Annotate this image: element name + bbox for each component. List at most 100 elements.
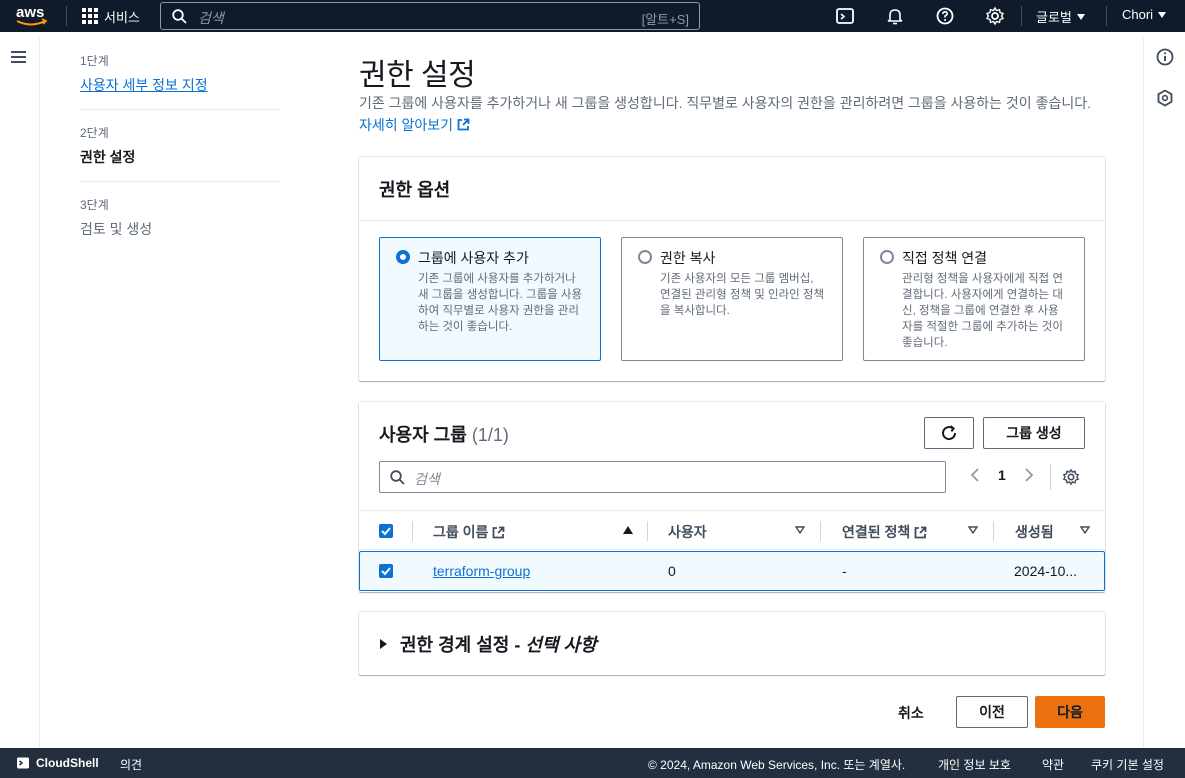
radio-selected[interactable] [396, 250, 410, 264]
column-label: 사용자 [668, 524, 707, 540]
table-settings-gear-icon[interactable] [1062, 468, 1080, 486]
learn-more-label: 자세히 알아보기 [359, 117, 454, 133]
footer: CloudShell 의견 © 2024, Amazon Web Service… [0, 748, 1185, 778]
wizard-steps: 1단계 사용자 세부 정보 지정 2단계 권한 설정 3단계 검토 및 생성 [80, 52, 280, 267]
caret-down-icon [1158, 11, 1167, 18]
step-number: 1단계 [80, 54, 109, 68]
group-attached-policies: - [842, 563, 847, 579]
row-checkbox[interactable] [379, 564, 393, 578]
previous-button[interactable]: 이전 [956, 696, 1028, 728]
column-header-attached-policies[interactable]: 연결된 정책 [842, 522, 927, 542]
caret-right-icon[interactable] [380, 639, 387, 649]
external-link-icon [457, 118, 470, 131]
grid-menu-icon [82, 8, 98, 24]
chevron-left-icon[interactable] [970, 468, 980, 482]
panel-divider [359, 220, 1105, 221]
region-label: 글로벌 [1036, 10, 1072, 25]
permissions-boundary-section[interactable]: 권한 경계 설정 - 선택 사항 [359, 612, 1105, 675]
radio-unselected[interactable] [880, 250, 894, 264]
option-copy-permissions[interactable]: 권한 복사 기존 사용자의 모든 그룹 멤버십, 연결된 관리형 정책 및 인라… [621, 237, 843, 361]
nav-divider [1021, 6, 1022, 26]
privacy-link[interactable]: 개인 정보 보호 [938, 756, 1011, 773]
search-placeholder: 검색 [198, 10, 224, 26]
column-divider [820, 521, 821, 541]
user-groups-heading: 사용자 그룹 (1/1) [379, 421, 509, 447]
menu-hamburger-icon[interactable] [11, 51, 26, 66]
step-number: 3단계 [80, 198, 109, 212]
step-number: 2단계 [80, 126, 109, 140]
user-groups-count: (1/1) [471, 425, 509, 445]
cloudshell-label: CloudShell [36, 756, 99, 770]
svg-text:aws: aws [16, 4, 44, 21]
group-users-count: 0 [668, 563, 676, 579]
group-created-date: 2024-10... [1014, 563, 1078, 579]
table-row[interactable]: terraform-group 0 - 2024-10... [359, 551, 1105, 591]
next-button[interactable]: 다음 [1035, 696, 1105, 728]
services-menu[interactable]: 서비스 [82, 5, 140, 27]
wizard-step-2: 2단계 권한 설정 [80, 124, 280, 182]
group-search-placeholder: 검색 [414, 471, 440, 487]
create-group-button[interactable]: 그룹 생성 [983, 417, 1085, 449]
select-all-checkbox[interactable] [379, 524, 393, 538]
cloudshell-icon [17, 757, 29, 769]
learn-more-link[interactable]: 자세히 알아보기 [359, 117, 470, 133]
caret-down-icon [1076, 13, 1085, 20]
sort-icon[interactable] [968, 526, 978, 534]
column-divider [993, 521, 994, 541]
column-header-group-name[interactable]: 그룹 이름 [433, 522, 505, 542]
wizard-step-3: 3단계 검토 및 생성 [80, 196, 280, 253]
settings-gear-icon[interactable] [985, 6, 1005, 26]
option-attach-policies-directly[interactable]: 직접 정책 연결 관리형 정책을 사용자에게 직접 연결합니다. 사용자에게 연… [863, 237, 1085, 361]
top-navigation: aws 서비스 검색 [알트+S] 글로벌 Chori [0, 0, 1185, 32]
permissions-boundary-heading[interactable]: 권한 경계 설정 - 선택 사항 [400, 631, 597, 657]
option-description: 기존 그룹에 사용자를 추가하거나 새 그룹을 생성합니다. 그룹을 사용하여 … [418, 273, 583, 333]
cloudshell-button[interactable]: CloudShell [16, 756, 99, 770]
refresh-icon [942, 425, 957, 441]
column-label: 생성됨 [1015, 524, 1054, 540]
account-menu[interactable]: Chori [1122, 7, 1167, 22]
radio-unselected[interactable] [638, 250, 652, 264]
search-icon [172, 9, 187, 24]
column-divider [412, 521, 413, 541]
sort-icon[interactable] [1080, 526, 1090, 534]
region-selector[interactable]: 글로벌 [1036, 7, 1085, 26]
option-description: 관리형 정책을 사용자에게 직접 연결합니다. 사용자에게 연결하는 대신, 정… [902, 273, 1063, 349]
column-header-created[interactable]: 생성됨 [1015, 522, 1054, 542]
chevron-right-icon[interactable] [1024, 468, 1034, 482]
left-rail [0, 37, 40, 748]
notifications-bell-icon[interactable] [885, 6, 905, 26]
cloudshell-icon[interactable] [835, 6, 855, 26]
info-icon[interactable] [1156, 48, 1174, 66]
check-icon [381, 567, 391, 576]
aws-logo[interactable]: aws [14, 3, 50, 29]
user-groups-panel: 사용자 그룹 (1/1) 그룹 생성 검색 1 그룹 이름 사용자 연결된 정책 [359, 402, 1105, 592]
hexagon-feature-icon[interactable] [1156, 89, 1174, 107]
terms-link[interactable]: 약관 [1042, 756, 1064, 773]
description-text: 기존 그룹에 사용자를 추가하거나 새 그룹을 생성합니다. 직무별로 사용자의… [359, 95, 1091, 111]
page-number[interactable]: 1 [998, 467, 1006, 483]
external-link-icon [914, 526, 927, 538]
cancel-button[interactable]: 취소 [898, 703, 924, 723]
refresh-button[interactable] [924, 417, 974, 449]
boundary-title: 권한 경계 설정 - [400, 635, 526, 655]
feedback-link[interactable]: 의견 [120, 756, 142, 773]
column-header-users[interactable]: 사용자 [668, 522, 707, 542]
boundary-optional: 선택 사항 [525, 635, 597, 655]
sort-ascending-icon[interactable] [623, 526, 633, 534]
option-add-user-to-group[interactable]: 그룹에 사용자 추가 기존 그룹에 사용자를 추가하거나 새 그룹을 생성합니다… [379, 237, 601, 361]
external-link-icon [493, 526, 505, 538]
help-icon[interactable] [935, 6, 955, 26]
option-description: 기존 사용자의 모든 그룹 멤버십, 연결된 관리형 정책 및 인라인 정책을 … [660, 273, 825, 317]
group-search-input[interactable]: 검색 [379, 461, 946, 493]
step-label-current: 권한 설정 [80, 149, 136, 165]
sort-icon[interactable] [795, 526, 805, 534]
step-link-user-details[interactable]: 사용자 세부 정보 지정 [80, 75, 280, 95]
pager-divider [1050, 464, 1051, 490]
copyright-text: © 2024, Amazon Web Services, Inc. 또는 계열사… [648, 758, 906, 772]
group-name-link[interactable]: terraform-group [433, 563, 530, 579]
column-label: 연결된 정책 [842, 524, 911, 540]
search-shortcut: [알트+S] [641, 12, 689, 27]
cookie-preferences-link[interactable]: 쿠키 기본 설정 [1091, 756, 1164, 773]
global-search-input[interactable]: 검색 [알트+S] [160, 2, 700, 30]
pagination: 1 [970, 467, 1034, 483]
